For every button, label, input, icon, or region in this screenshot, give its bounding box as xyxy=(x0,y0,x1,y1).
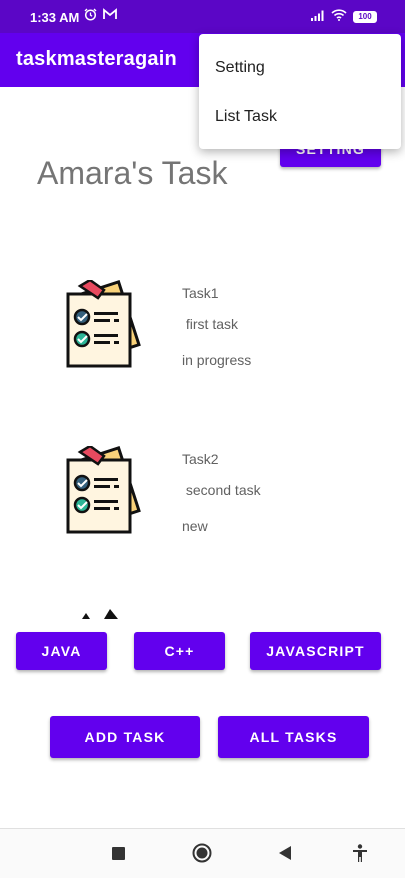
status-bar: 1:33 AM 100 xyxy=(0,0,405,33)
task-body: second task xyxy=(182,482,261,498)
system-nav-bar xyxy=(0,828,405,878)
task-body: first task xyxy=(182,316,239,332)
task-item[interactable]: Task2 second task new xyxy=(0,444,405,566)
task-list-icon xyxy=(58,444,148,546)
gmail-icon xyxy=(103,8,117,24)
add-task-button[interactable]: ADD TASK xyxy=(50,716,200,758)
recents-icon[interactable] xyxy=(112,847,125,865)
status-time: 1:33 AM xyxy=(30,10,80,25)
menu-item-setting[interactable]: Setting xyxy=(215,59,265,77)
menu-item-list-task[interactable]: List Task xyxy=(215,108,277,126)
task-state: new xyxy=(182,518,208,534)
signal-icon xyxy=(311,9,325,24)
alarm-icon xyxy=(84,8,97,24)
page-title: Amara's Task xyxy=(37,155,228,191)
task-state: in progress xyxy=(182,352,252,368)
task-title: Task2 xyxy=(182,451,219,467)
task-title: Task1 xyxy=(182,285,219,301)
cpp-button[interactable]: C++ xyxy=(134,632,225,670)
back-icon[interactable] xyxy=(278,845,292,866)
javascript-button[interactable]: JAVASCRIPT xyxy=(250,632,381,670)
task-list-icon xyxy=(58,278,148,380)
app-title: taskmasteragain xyxy=(16,48,177,70)
task-item[interactable]: Task1 first task in progress xyxy=(0,278,405,400)
home-icon[interactable] xyxy=(192,843,212,868)
battery-icon: 100 xyxy=(353,10,377,23)
wifi-icon xyxy=(331,9,347,24)
overflow-menu: Setting List Task xyxy=(199,34,401,149)
all-tasks-button[interactable]: ALL TASKS xyxy=(218,716,369,758)
task-list-icon xyxy=(78,605,128,619)
java-button[interactable]: JAVA xyxy=(16,632,107,670)
accessibility-icon[interactable] xyxy=(352,844,368,868)
